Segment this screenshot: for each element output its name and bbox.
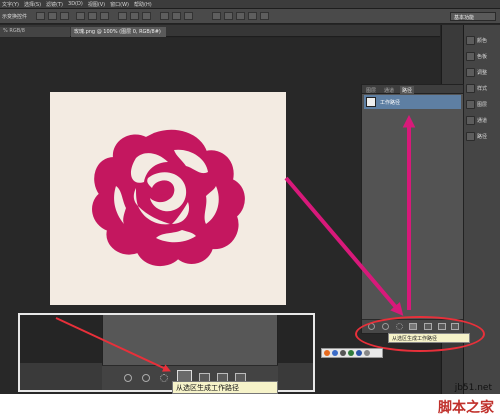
- menu-item-view[interactable]: 视图(V): [88, 1, 105, 8]
- tab-layers[interactable]: 图层: [364, 86, 378, 94]
- color-panel-button[interactable]: 颜色: [466, 33, 500, 47]
- ime-mode-icon: [332, 350, 338, 356]
- channels-icon: [466, 115, 475, 125]
- 3d-roll-button[interactable]: [236, 12, 245, 20]
- 3d-slide-button[interactable]: [260, 12, 269, 20]
- menu-item-window[interactable]: 窗口(W): [110, 1, 129, 8]
- ime-punct-icon: [340, 350, 346, 356]
- adjustments-icon: [466, 67, 475, 77]
- document-tab[interactable]: % RGB/8: [0, 27, 70, 37]
- align-right-button[interactable]: [100, 12, 109, 20]
- panel-label: 图层: [477, 101, 488, 108]
- bottom-strip: [0, 394, 500, 418]
- ime-toolbar[interactable]: [321, 348, 383, 358]
- highlight-ellipse: [355, 316, 485, 352]
- swatches-panel-button[interactable]: 色板: [466, 49, 500, 63]
- align-middle-button[interactable]: [48, 12, 57, 20]
- distribute-center-button[interactable]: [172, 12, 181, 20]
- fill-path-icon[interactable]: [124, 374, 132, 382]
- watermark-url: jb51.net: [454, 383, 492, 393]
- align-center-button[interactable]: [88, 12, 97, 20]
- 3d-pan-button[interactable]: [248, 12, 257, 20]
- path-name: 工作路径: [380, 99, 401, 106]
- panel-label: 颜色: [477, 37, 488, 44]
- channels-panel-button[interactable]: 通道: [466, 113, 500, 127]
- watermark-brand: 脚本之家: [438, 400, 494, 416]
- align-bottom-button[interactable]: [60, 12, 69, 20]
- rose-image: [92, 129, 245, 267]
- menu-item-type[interactable]: 文字(Y): [2, 1, 19, 8]
- panel-dock: 颜色 色板 调整 样式 图层 通道 路径: [463, 25, 500, 418]
- path-thumbnail: [366, 97, 376, 107]
- adjustments-panel-button[interactable]: 调整: [466, 65, 500, 79]
- menu-item-3d[interactable]: 3D(D): [68, 1, 83, 7]
- panel-label: 样式: [477, 85, 488, 92]
- layers-panel-button[interactable]: 图层: [466, 97, 500, 111]
- distribute-top-button[interactable]: [118, 12, 127, 20]
- layers-icon: [466, 99, 475, 109]
- align-top-button[interactable]: [36, 12, 45, 20]
- document-tab-bar: % RGB/8 玫瑰.png @ 100% (图层 0, RGB/8#): [0, 25, 440, 37]
- show-transform-controls-label[interactable]: 示变换控件: [2, 13, 27, 20]
- ime-logo-icon: [324, 350, 330, 356]
- tooltip-large: 从选区生成工作路径: [172, 381, 278, 394]
- align-left-button[interactable]: [76, 12, 85, 20]
- 3d-mode-button[interactable]: [212, 12, 221, 20]
- menu-item-select[interactable]: 选择(S): [24, 1, 41, 8]
- workspace-select[interactable]: 基本功能: [450, 12, 496, 21]
- styles-icon: [466, 83, 475, 93]
- panel-label: 色板: [477, 53, 488, 60]
- tab-paths[interactable]: 路径: [400, 86, 415, 94]
- paths-panel-button[interactable]: 路径: [466, 129, 500, 143]
- distribute-left-button[interactable]: [160, 12, 169, 20]
- menu-item-help[interactable]: 帮助(H): [134, 1, 152, 8]
- inset-panel-body: [103, 315, 277, 365]
- document-tab-active[interactable]: 玫瑰.png @ 100% (图层 0, RGB/8#): [71, 27, 166, 37]
- distribute-bottom-button[interactable]: [142, 12, 151, 20]
- options-bar: 示变换控件 基本功能: [0, 9, 500, 24]
- path-row-work-path[interactable]: 工作路径: [364, 95, 461, 109]
- menu-item-filter[interactable]: 滤镜(T): [46, 1, 63, 8]
- ime-keyboard-icon: [348, 350, 354, 356]
- ime-settings-icon: [364, 350, 370, 356]
- menu-bar: 文字(Y) 选择(S) 滤镜(T) 3D(D) 视图(V) 窗口(W) 帮助(H…: [0, 0, 500, 9]
- distribute-middle-button[interactable]: [130, 12, 139, 20]
- 3d-rotate-button[interactable]: [224, 12, 233, 20]
- tab-channels[interactable]: 通道: [382, 86, 396, 94]
- stroke-path-icon[interactable]: [142, 374, 150, 382]
- load-selection-icon[interactable]: [160, 374, 168, 382]
- ime-skin-icon: [356, 350, 362, 356]
- color-icon: [466, 35, 475, 45]
- styles-panel-button[interactable]: 样式: [466, 81, 500, 95]
- paths-panel: 图层 通道 路径 工作路径: [361, 84, 464, 334]
- paths-panel-tabs: 图层 通道 路径: [362, 85, 463, 94]
- distribute-right-button[interactable]: [184, 12, 193, 20]
- panel-label: 调整: [477, 69, 488, 76]
- paths-icon: [466, 131, 475, 141]
- panel-label: 通道: [477, 117, 488, 124]
- swatches-icon: [466, 51, 475, 61]
- panel-label: 路径: [477, 133, 488, 140]
- document-canvas[interactable]: [50, 92, 286, 305]
